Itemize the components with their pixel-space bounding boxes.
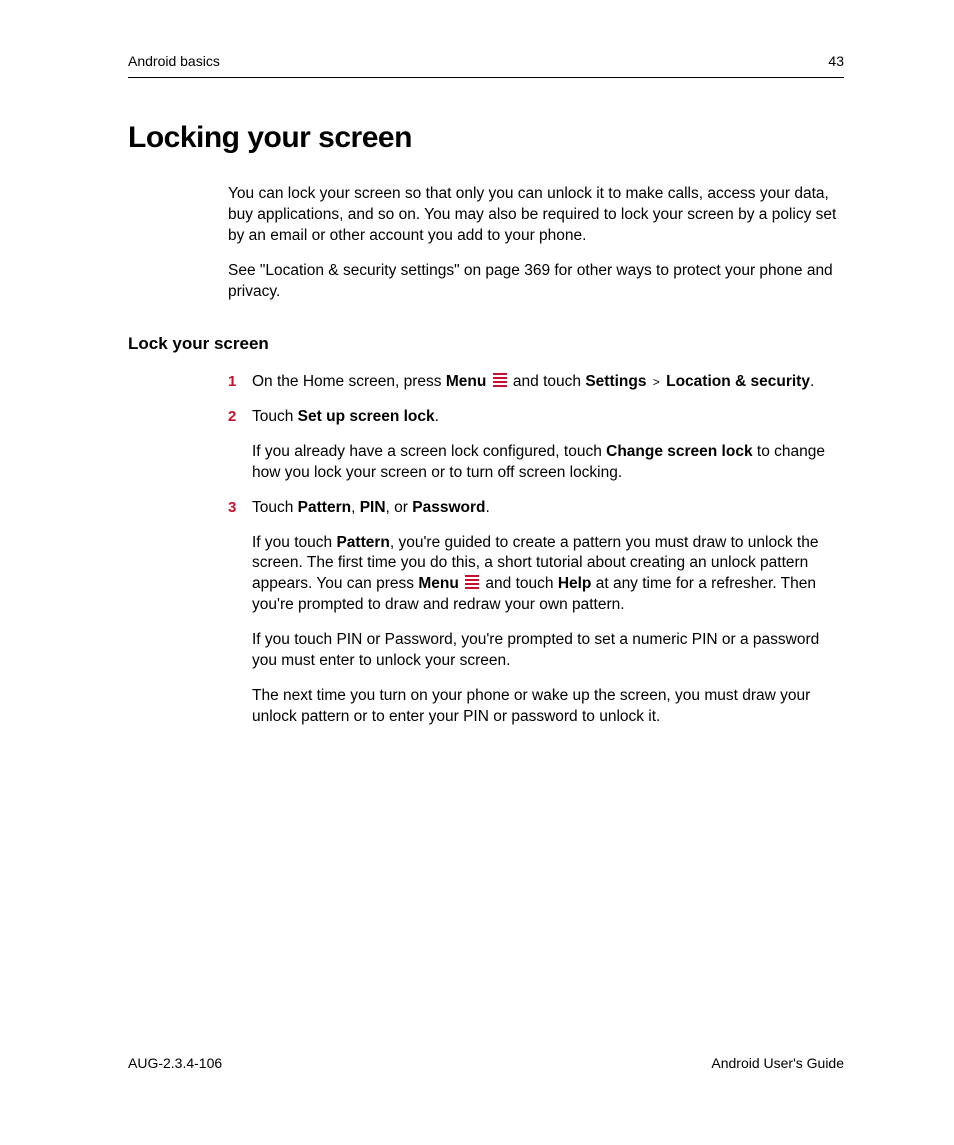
password-label: Password: [412, 499, 485, 516]
intro-paragraph: You can lock your screen so that only yo…: [228, 184, 844, 247]
step-subtext: If you touch Pattern, you're guided to c…: [252, 533, 844, 617]
step-body: Touch Set up screen lock. If you already…: [252, 407, 844, 484]
change-screen-lock-label: Change screen lock: [606, 443, 752, 460]
text-run: .: [435, 408, 439, 425]
setup-screen-lock-label: Set up screen lock: [298, 408, 435, 425]
text-run: If you touch: [252, 534, 336, 551]
running-header: Android basics 43: [128, 52, 844, 71]
menu-icon: [493, 373, 507, 387]
page-title: Locking your screen: [128, 118, 844, 159]
document-page: Android basics 43 Locking your screen Yo…: [0, 0, 954, 1145]
text-run: If you already have a screen lock config…: [252, 443, 606, 460]
step-text: On the Home screen, press Menu and touch…: [252, 372, 844, 393]
step-body: On the Home screen, press Menu and touch…: [252, 372, 844, 393]
step-subtext: If you touch PIN or Password, you're pro…: [252, 630, 844, 672]
intro-paragraph: See "Location & security settings" on pa…: [228, 261, 844, 303]
header-rule: [128, 77, 844, 78]
menu-icon: [465, 575, 479, 589]
location-security-label: Location & security: [666, 373, 810, 390]
step-number: 2: [228, 407, 236, 427]
step-subtext: The next time you turn on your phone or …: [252, 686, 844, 728]
settings-label: Settings: [585, 373, 646, 390]
step-item: 1 On the Home screen, press Menu and tou…: [228, 372, 844, 393]
footer-doc-id: AUG-2.3.4-106: [128, 1054, 222, 1073]
step-number: 3: [228, 498, 236, 518]
step-text: Touch Pattern, PIN, or Password.: [252, 498, 844, 519]
text-run: , or: [386, 499, 413, 516]
step-item: 3 Touch Pattern, PIN, or Password. If yo…: [228, 498, 844, 728]
menu-label: Menu: [446, 373, 486, 390]
running-footer: AUG-2.3.4-106 Android User's Guide: [128, 1054, 844, 1073]
pin-label: PIN: [360, 499, 386, 516]
breadcrumb-chevron: >: [651, 375, 662, 389]
header-section: Android basics: [128, 52, 220, 71]
footer-doc-title: Android User's Guide: [711, 1054, 844, 1073]
text-run: and touch: [509, 373, 586, 390]
text-run: .: [485, 499, 489, 516]
pattern-label: Pattern: [298, 499, 351, 516]
step-body: Touch Pattern, PIN, or Password. If you …: [252, 498, 844, 728]
text-run: On the Home screen, press: [252, 373, 446, 390]
step-number: 1: [228, 372, 236, 392]
step-item: 2 Touch Set up screen lock. If you alrea…: [228, 407, 844, 484]
intro-block: You can lock your screen so that only yo…: [228, 184, 844, 303]
text-run: Touch: [252, 499, 298, 516]
pattern-label: Pattern: [336, 534, 389, 551]
section-heading: Lock your screen: [128, 333, 844, 356]
steps-list: 1 On the Home screen, press Menu and tou…: [228, 372, 844, 728]
text-run: ,: [351, 499, 360, 516]
step-subtext: If you already have a screen lock config…: [252, 442, 844, 484]
step-text: Touch Set up screen lock.: [252, 407, 844, 428]
text-run: and touch: [481, 575, 558, 592]
header-page-number: 43: [828, 52, 844, 71]
menu-label: Menu: [418, 575, 458, 592]
text-run: .: [810, 373, 814, 390]
text-run: Touch: [252, 408, 298, 425]
help-label: Help: [558, 575, 592, 592]
